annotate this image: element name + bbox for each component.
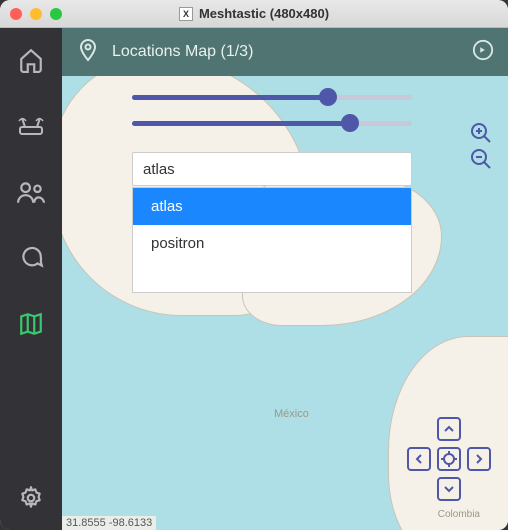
search-input[interactable] <box>132 152 412 186</box>
close-window[interactable] <box>10 8 22 20</box>
page-header: Locations Map (1/3) <box>62 28 508 76</box>
page-title: Locations Map (1/3) <box>112 43 460 61</box>
main-area: Locations Map (1/3) México Colombia <box>62 28 508 530</box>
direction-pad <box>404 414 494 504</box>
nav-map[interactable] <box>17 310 45 338</box>
titlebar: X Meshtastic (480x480) <box>0 0 508 28</box>
power-icon[interactable] <box>472 39 494 66</box>
maximize-window[interactable] <box>50 8 62 20</box>
dropdown-item-positron[interactable]: positron <box>133 225 411 262</box>
sliders <box>132 90 412 142</box>
window-title-text: Meshtastic (480x480) <box>199 6 329 21</box>
zoom-controls <box>468 120 494 172</box>
map-label-mexico: México <box>274 408 309 420</box>
x11-icon: X <box>179 7 193 21</box>
location-pin-icon <box>76 38 100 67</box>
dropdown-item-atlas[interactable]: atlas <box>133 188 411 225</box>
sidebar <box>0 28 62 530</box>
nav-home[interactable] <box>17 46 45 74</box>
pad-down[interactable] <box>434 474 464 504</box>
nav-settings[interactable] <box>17 484 45 512</box>
search-dropdown: atlas positron <box>132 187 412 293</box>
slider-1[interactable] <box>132 90 412 104</box>
slider-2[interactable] <box>132 116 412 130</box>
pad-left[interactable] <box>404 444 434 474</box>
nav-router[interactable] <box>17 112 45 140</box>
pad-right[interactable] <box>464 444 494 474</box>
coords-display: 31.8555 -98.6133 <box>62 516 156 530</box>
nav-people[interactable] <box>17 178 45 206</box>
zoom-in-button[interactable] <box>468 120 494 146</box>
map-label-colombia: Colombia <box>438 509 480 520</box>
search-container: atlas positron <box>132 152 412 293</box>
minimize-window[interactable] <box>30 8 42 20</box>
traffic-lights <box>10 8 62 20</box>
zoom-out-button[interactable] <box>468 146 494 172</box>
pad-up[interactable] <box>434 414 464 444</box>
nav-chat[interactable] <box>17 244 45 272</box>
map-canvas[interactable]: México Colombia <box>62 76 508 530</box>
pad-center[interactable] <box>434 444 464 474</box>
window-title: X Meshtastic (480x480) <box>0 6 508 21</box>
